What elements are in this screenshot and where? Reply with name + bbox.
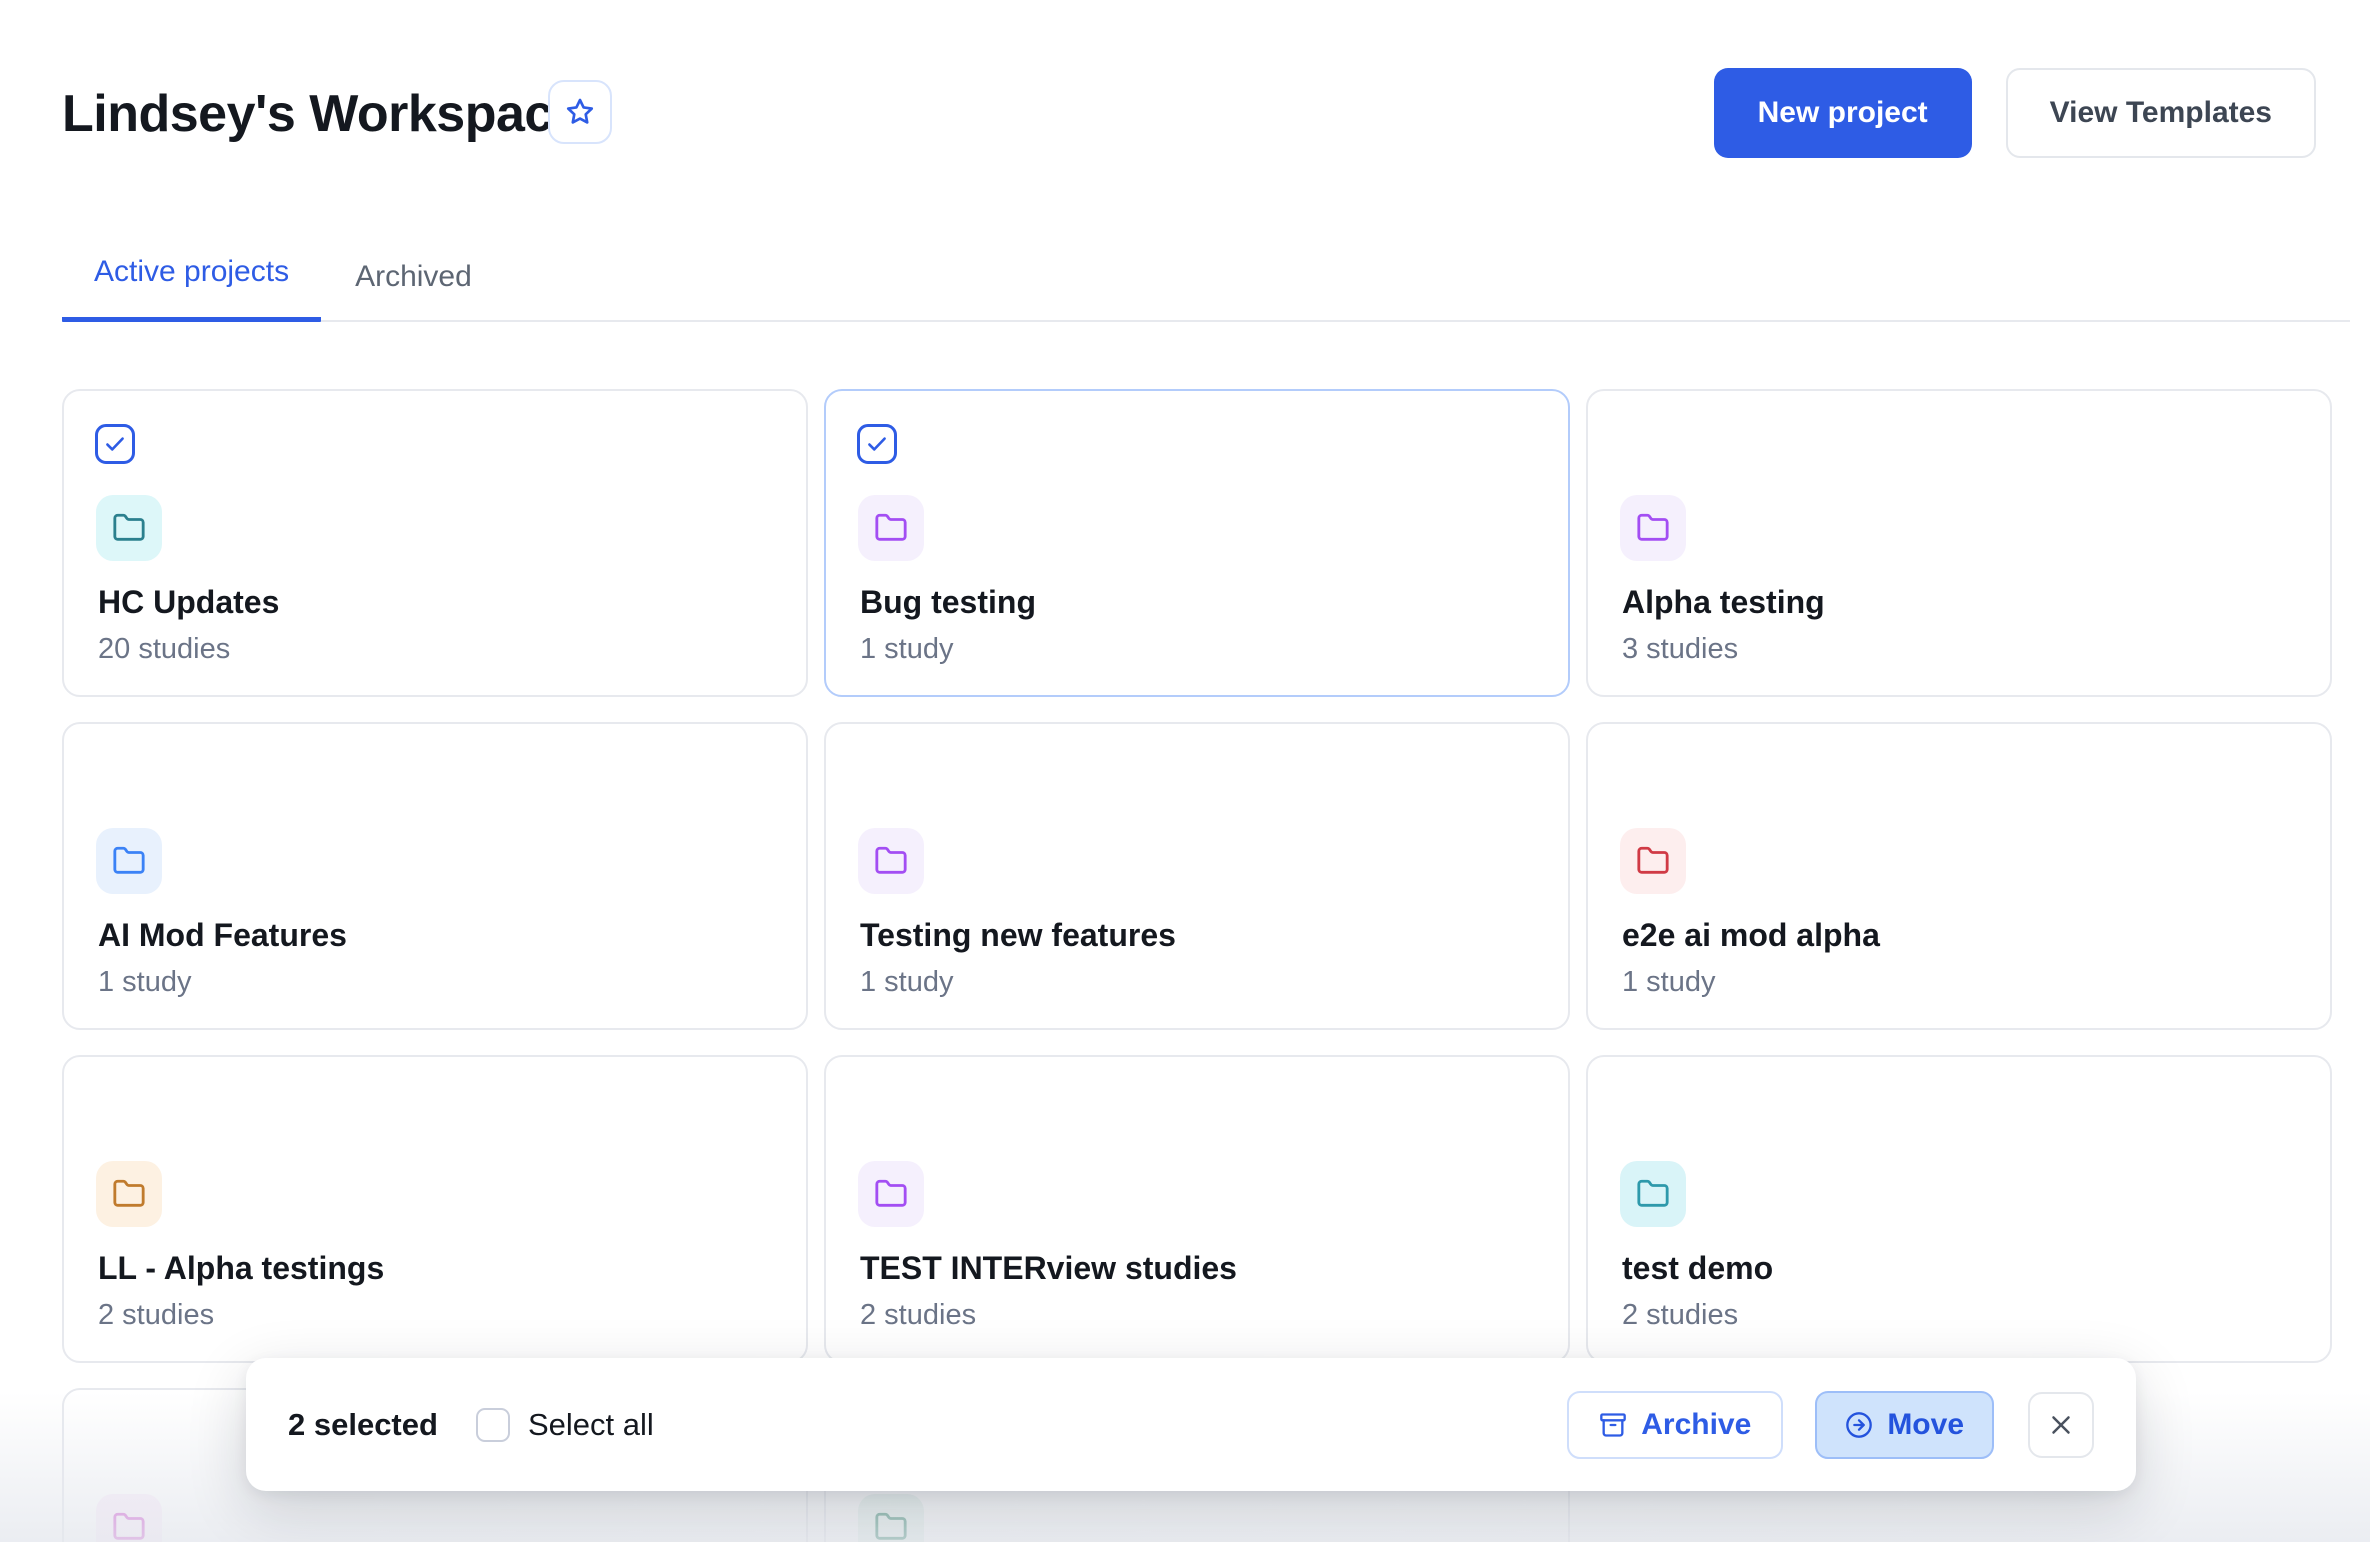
header-actions: New project View Templates (1714, 68, 2316, 158)
project-card[interactable]: TEST INTERview studies 2 studies (824, 1055, 1570, 1363)
project-studies-count: 2 studies (1622, 1299, 1738, 1332)
check-icon (864, 431, 890, 457)
folder-badge (858, 1494, 924, 1542)
close-selection-button[interactable] (2028, 1392, 2094, 1458)
folder-icon (112, 511, 146, 545)
star-icon (564, 96, 596, 128)
favorite-workspace-button[interactable] (548, 80, 612, 144)
folder-icon (1636, 511, 1670, 545)
folder-icon (874, 511, 908, 545)
project-name: TEST INTERview studies (860, 1250, 1538, 1287)
selection-action-bar: 2 selected Select all Archive Move (246, 1358, 2136, 1491)
tab-archived[interactable]: Archived (323, 260, 504, 322)
project-studies-count: 1 study (860, 633, 954, 666)
tab-active-projects[interactable]: Active projects (62, 255, 321, 322)
project-card[interactable]: Bug testing 1 study (824, 389, 1570, 697)
project-card[interactable]: Testing new features 1 study (824, 722, 1570, 1030)
folder-badge (858, 828, 924, 894)
archive-icon (1599, 1411, 1627, 1439)
project-card[interactable]: AI Mod Features 1 study (62, 722, 808, 1030)
folder-badge (96, 828, 162, 894)
project-studies-count: 2 studies (98, 1299, 214, 1332)
folder-badge (858, 495, 924, 561)
folder-icon (874, 844, 908, 878)
project-name: LL - Alpha testings (98, 1250, 776, 1287)
select-all-label: Select all (528, 1407, 654, 1443)
project-card[interactable]: Alpha testing 3 studies (1586, 389, 2332, 697)
project-checkbox-checked[interactable] (857, 424, 897, 464)
workspace-page: Lindsey's Workspace New project View Tem… (0, 0, 2370, 1542)
folder-badge (1620, 1161, 1686, 1227)
archive-button[interactable]: Archive (1567, 1391, 1783, 1459)
close-icon (2046, 1410, 2076, 1440)
project-studies-count: 1 study (1622, 966, 1716, 999)
project-card[interactable]: LL - Alpha testings 2 studies (62, 1055, 808, 1363)
project-checkbox-checked[interactable] (95, 424, 135, 464)
page-title: Lindsey's Workspace (62, 84, 581, 144)
selected-count-label: 2 selected (288, 1407, 438, 1443)
folder-badge (858, 1161, 924, 1227)
project-card[interactable]: HC Updates 20 studies (62, 389, 808, 697)
project-name: AI Mod Features (98, 917, 776, 954)
project-name: e2e ai mod alpha (1622, 917, 2300, 954)
project-name: Testing new features (860, 917, 1538, 954)
folder-badge (1620, 828, 1686, 894)
project-studies-count: 2 studies (860, 1299, 976, 1332)
check-icon (102, 431, 128, 457)
circle-arrow-right-icon (1845, 1411, 1873, 1439)
move-button-label: Move (1887, 1408, 1964, 1442)
project-studies-count: 1 study (98, 966, 192, 999)
folder-badge (96, 495, 162, 561)
folder-icon (1636, 1177, 1670, 1211)
folder-badge (1620, 495, 1686, 561)
project-studies-count: 20 studies (98, 633, 230, 666)
new-project-button[interactable]: New project (1714, 68, 1972, 158)
view-templates-button[interactable]: View Templates (2006, 68, 2316, 158)
projects-tabs: Active projects Archived (62, 238, 2350, 322)
project-name: HC Updates (98, 584, 776, 621)
project-name: test demo (1622, 1250, 2300, 1287)
folder-badge (96, 1161, 162, 1227)
project-name: Bug testing (860, 584, 1538, 621)
folder-badge (96, 1494, 162, 1542)
project-studies-count: 1 study (860, 966, 954, 999)
folder-icon (874, 1510, 908, 1542)
folder-icon (112, 1510, 146, 1542)
select-all-checkbox[interactable] (476, 1408, 510, 1442)
move-button[interactable]: Move (1815, 1391, 1994, 1459)
folder-icon (112, 1177, 146, 1211)
project-name: Alpha testing (1622, 584, 2300, 621)
project-studies-count: 3 studies (1622, 633, 1738, 666)
folder-icon (112, 844, 146, 878)
project-card[interactable]: test demo 2 studies (1586, 1055, 2332, 1363)
archive-button-label: Archive (1641, 1408, 1751, 1442)
folder-icon (874, 1177, 908, 1211)
project-card[interactable]: e2e ai mod alpha 1 study (1586, 722, 2332, 1030)
folder-icon (1636, 844, 1670, 878)
